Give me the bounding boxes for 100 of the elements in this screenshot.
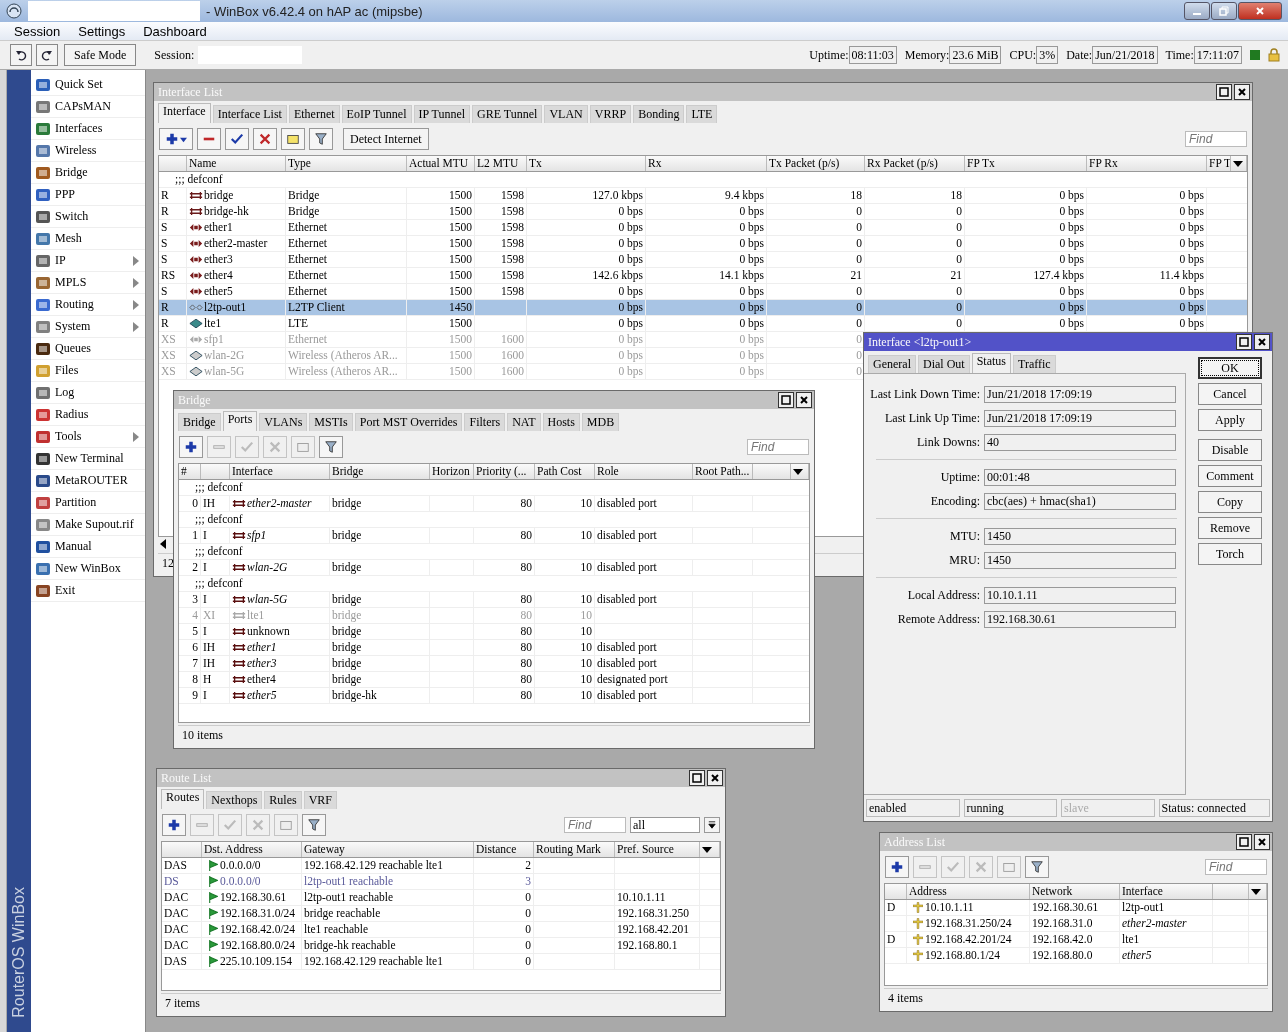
text-field[interactable]: 192.168.30.61: [984, 610, 1176, 628]
close-button[interactable]: [1234, 84, 1250, 100]
tab[interactable]: Ports: [222, 411, 258, 431]
tab[interactable]: Hosts: [542, 413, 580, 431]
table-row[interactable]: DAC 192.168.80.0/24 bridge-hk reachable 0 192.168.80.1: [162, 938, 720, 954]
table-row[interactable]: 9 I ether5 bridge-hk 80 10 disabled port: [179, 688, 809, 704]
dropdown-button[interactable]: [704, 817, 720, 833]
sidebar-item[interactable]: Radius: [31, 404, 145, 426]
text-field[interactable]: Jun/21/2018 17:09:19: [984, 409, 1176, 427]
tab[interactable]: Interface List: [212, 105, 287, 123]
close-button[interactable]: [1254, 834, 1270, 850]
table-row[interactable]: S ether1 Ethernet 1500 1598 0 bps 0 bps 0 0 0 bps 0 bps: [159, 220, 1247, 236]
sidebar-item[interactable]: System: [31, 316, 145, 338]
scroll-left-icon[interactable]: [160, 539, 166, 549]
minimize-button[interactable]: [1184, 2, 1210, 20]
add-button[interactable]: [159, 128, 193, 150]
filter-button[interactable]: [302, 814, 326, 836]
sidebar-item[interactable]: Manual: [31, 536, 145, 558]
tab[interactable]: VRRP: [589, 105, 632, 123]
remove-button[interactable]: [197, 128, 221, 150]
tab[interactable]: Port MST Overrides: [354, 413, 463, 431]
tab[interactable]: Routes: [161, 789, 205, 809]
tab[interactable]: Filters: [464, 413, 506, 431]
table-row[interactable]: 8 H ether4 bridge 80 10 designated port: [179, 672, 809, 688]
enable-button[interactable]: [225, 128, 249, 150]
tab[interactable]: MDB: [581, 413, 620, 431]
text-field[interactable]: Jun/21/2018 17:09:19: [984, 385, 1176, 403]
column-header[interactable]: Rx Packet (p/s): [865, 156, 965, 171]
table-row[interactable]: 3 I wlan-5G bridge 80 10 disabled port: [179, 592, 809, 608]
tab[interactable]: General: [868, 355, 916, 373]
table-row[interactable]: R bridge-hk Bridge 1500 1598 0 bps 0 bps 0 0 0 bps 0 bps: [159, 204, 1247, 220]
sidebar-item[interactable]: MetaROUTER: [31, 470, 145, 492]
maximize-button[interactable]: [1236, 334, 1252, 350]
column-header[interactable]: Address: [907, 884, 1030, 899]
dropdown-icon[interactable]: [702, 846, 712, 853]
sidebar-item[interactable]: New WinBox: [31, 558, 145, 580]
sidebar-item[interactable]: New Terminal: [31, 448, 145, 470]
menu-item[interactable]: Settings: [78, 23, 126, 39]
tab[interactable]: Dial Out: [918, 355, 970, 373]
tab[interactable]: Nexthops: [206, 791, 263, 809]
close-button[interactable]: [1238, 2, 1282, 20]
filter-button[interactable]: [309, 128, 333, 150]
tab[interactable]: LTE: [686, 105, 718, 123]
table-row[interactable]: D 10.10.1.11 192.168.30.61 l2tp-out1: [885, 900, 1267, 916]
table-row[interactable]: S ether3 Ethernet 1500 1598 0 bps 0 bps 0 0 0 bps 0 bps: [159, 252, 1247, 268]
table-row[interactable]: R bridge Bridge 1500 1598 127.0 kbps 9.4 kbps 18 18 0 bps 0 bps: [159, 188, 1247, 204]
tab[interactable]: Bridge: [178, 413, 221, 431]
column-header[interactable]: Dst. Address: [202, 842, 302, 857]
sidebar-item[interactable]: Quick Set: [31, 74, 145, 96]
column-header[interactable]: Path Cost: [535, 464, 595, 479]
sidebar-item[interactable]: Partition: [31, 492, 145, 514]
text-field[interactable]: 1450: [984, 527, 1176, 545]
close-button[interactable]: [796, 392, 812, 408]
sidebar-item[interactable]: Wireless: [31, 140, 145, 162]
dropdown-icon[interactable]: [1233, 160, 1243, 167]
text-field[interactable]: 40: [984, 433, 1176, 451]
menu-item[interactable]: Dashboard: [143, 23, 207, 39]
table-row[interactable]: DAC 192.168.30.61 l2tp-out1 reachable 0 10.10.1.11: [162, 890, 720, 906]
column-header[interactable]: Distance: [474, 842, 534, 857]
text-field[interactable]: 1450: [984, 551, 1176, 569]
table-row[interactable]: 5 I unknown bridge 80 10: [179, 624, 809, 640]
column-header[interactable]: Priority (...: [474, 464, 535, 479]
menu-item[interactable]: Session: [14, 23, 61, 39]
sidebar-item[interactable]: Interfaces: [31, 118, 145, 140]
table-row[interactable]: DAS 0.0.0.0/0 192.168.42.129 reachable lte1 2: [162, 858, 720, 874]
column-header[interactable]: Routing Mark: [534, 842, 615, 857]
find-field[interactable]: Find: [1205, 859, 1267, 875]
sidebar-item[interactable]: PPP: [31, 184, 145, 206]
table-row[interactable]: DS 0.0.0.0/0 l2tp-out1 reachable 3: [162, 874, 720, 890]
sidebar-item[interactable]: CAPsMAN: [31, 96, 145, 118]
sidebar-item[interactable]: Make Supout.rif: [31, 514, 145, 536]
maximize-button[interactable]: [778, 392, 794, 408]
detect-internet-button[interactable]: Detect Internet: [343, 128, 429, 150]
column-header[interactable]: Name: [187, 156, 286, 171]
column-header[interactable]: Network: [1030, 884, 1120, 899]
filter-button[interactable]: [1025, 856, 1049, 878]
table-row[interactable]: 0 IH ether2-master bridge 80 10 disabled port: [179, 496, 809, 512]
dialog-button[interactable]: Apply: [1198, 409, 1262, 431]
find-field[interactable]: Find: [564, 817, 626, 833]
sidebar-item[interactable]: Tools: [31, 426, 145, 448]
add-button[interactable]: [162, 814, 186, 836]
find-field[interactable]: Find: [1185, 131, 1247, 147]
sidebar-item[interactable]: Log: [31, 382, 145, 404]
tab[interactable]: EoIP Tunnel: [341, 105, 412, 123]
dialog-button[interactable]: Comment: [1198, 465, 1262, 487]
table-row[interactable]: 1 I sfp1 bridge 80 10 disabled port: [179, 528, 809, 544]
column-header[interactable]: Tx: [527, 156, 646, 171]
sidebar-item[interactable]: Routing: [31, 294, 145, 316]
column-header[interactable]: Role: [595, 464, 693, 479]
tab[interactable]: Rules: [264, 791, 302, 809]
table-row[interactable]: RS ether4 Ethernet 1500 1598 142.6 kbps 14.1 kbps 21 21 127.4 kbps 11.4 kbps: [159, 268, 1247, 284]
column-header[interactable]: Gateway: [302, 842, 474, 857]
sidebar-item[interactable]: MPLS: [31, 272, 145, 294]
dropdown-icon[interactable]: [793, 468, 803, 475]
safe-mode-button[interactable]: Safe Mode: [64, 44, 137, 66]
column-header[interactable]: FP T: [1207, 156, 1231, 171]
find-field[interactable]: Find: [747, 439, 809, 455]
table-row[interactable]: R l2tp-out1 L2TP Client 1450 0 bps 0 bps 0 0 0 bps 0 bps: [159, 300, 1247, 316]
add-button[interactable]: [179, 436, 203, 458]
column-header[interactable]: Horizon: [430, 464, 474, 479]
